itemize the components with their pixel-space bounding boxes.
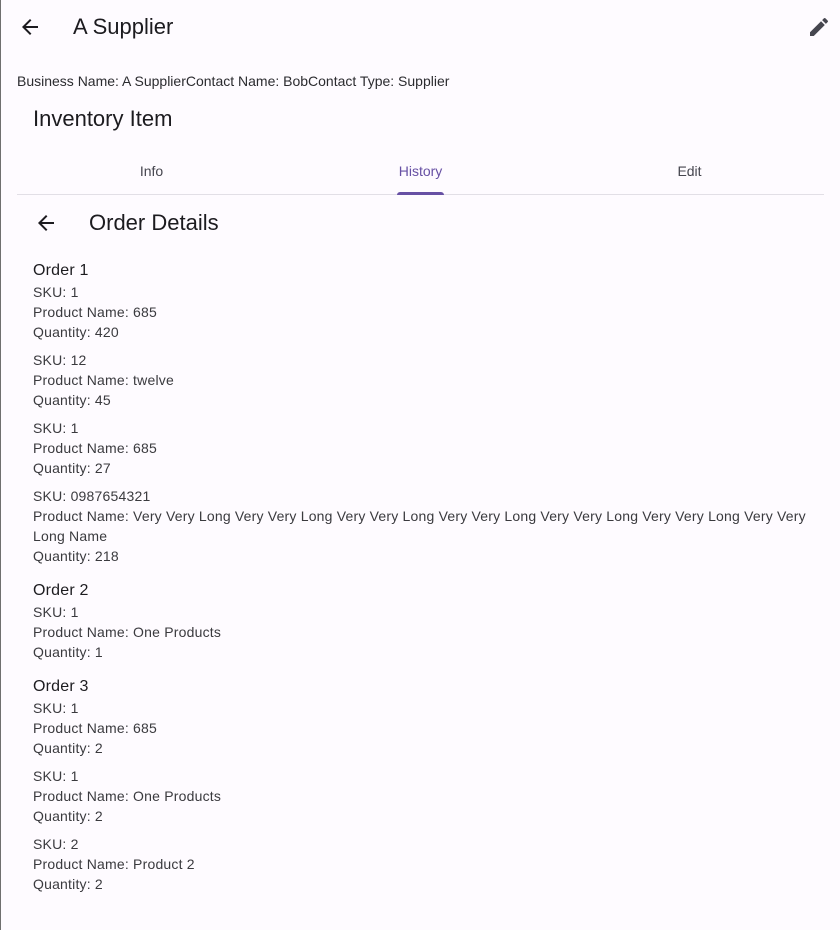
orders-list: Order 1 SKU: 1 Product Name: 685 Quantit… — [33, 260, 813, 908]
order-title: Order 1 — [33, 262, 89, 279]
line-item-sku: SKU: 0987654321 — [33, 488, 151, 504]
line-item-product-name: Product Name: 685 — [33, 304, 158, 320]
section-title: Inventory Item — [33, 106, 173, 131]
line-item-product-name: Product Name: Very Very Long Very Very L… — [33, 508, 806, 544]
line-item-sku: SKU: 1 — [33, 768, 79, 784]
back-button[interactable] — [10, 7, 50, 47]
line-item-quantity: Quantity: 1 — [33, 644, 103, 660]
line-item: SKU: 0987654321 Product Name: Very Very … — [33, 486, 813, 566]
line-item-quantity: Quantity: 2 — [33, 808, 103, 824]
line-item-product-name: Product Name: One Products — [33, 788, 222, 804]
line-item-sku: SKU: 12 — [33, 352, 87, 368]
line-item-product-name: Product Name: twelve — [33, 372, 174, 388]
line-item-quantity: Quantity: 420 — [33, 324, 119, 340]
app-bar: A Supplier — [1, 0, 840, 54]
order-title: Order 2 — [33, 582, 89, 599]
line-item-sku: SKU: 1 — [33, 420, 79, 436]
line-item-product-name: Product Name: One Products — [33, 624, 222, 640]
line-item-product-name: Product Name: Product 2 — [33, 856, 195, 872]
active-tab-indicator — [397, 192, 444, 195]
app-window: A Supplier Business Name: A SupplierCont… — [0, 0, 840, 930]
line-item: SKU: 1 Product Name: 685 Quantity: 27 — [33, 418, 813, 478]
arrow-left-icon — [38, 215, 54, 231]
line-item: SKU: 1 Product Name: One Products Quanti… — [33, 602, 813, 662]
arrow-left-icon — [22, 19, 38, 35]
line-item: SKU: 1 Product Name: 685 Quantity: 420 — [33, 282, 813, 342]
tab-bar: Info History Edit — [17, 148, 824, 195]
line-item-sku: SKU: 1 — [33, 604, 79, 620]
line-item: SKU: 1 Product Name: One Products Quanti… — [33, 766, 813, 826]
line-item-quantity: Quantity: 27 — [33, 460, 111, 476]
edit-button[interactable] — [799, 7, 839, 47]
line-item-sku: SKU: 1 — [33, 700, 79, 716]
page-title: A Supplier — [73, 14, 174, 39]
line-item-product-name: Product Name: 685 — [33, 440, 158, 456]
order-card: Order 1 SKU: 1 Product Name: 685 Quantit… — [33, 260, 813, 566]
tab-edit[interactable]: Edit — [555, 148, 824, 194]
line-item-product-name: Product Name: 685 — [33, 720, 158, 736]
order-card: Order 2 SKU: 1 Product Name: One Product… — [33, 580, 813, 662]
tab-info[interactable]: Info — [17, 148, 286, 194]
tab-history[interactable]: History — [286, 148, 555, 194]
line-item-quantity: Quantity: 45 — [33, 392, 111, 408]
order-card: Order 3 SKU: 1 Product Name: 685 Quantit… — [33, 676, 813, 894]
line-item: SKU: 2 Product Name: Product 2 Quantity:… — [33, 834, 813, 894]
line-item-quantity: Quantity: 2 — [33, 876, 103, 892]
line-item: SKU: 1 Product Name: 685 Quantity: 2 — [33, 698, 813, 758]
order-details-back-button[interactable] — [26, 203, 66, 243]
line-item-sku: SKU: 1 — [33, 284, 79, 300]
line-item: SKU: 12 Product Name: twelve Quantity: 4… — [33, 350, 813, 410]
order-details-title: Order Details — [89, 210, 219, 235]
order-details-header: Order Details — [1, 200, 840, 246]
line-item-sku: SKU: 2 — [33, 836, 79, 852]
order-title: Order 3 — [33, 678, 89, 695]
line-item-quantity: Quantity: 2 — [33, 740, 103, 756]
line-item-quantity: Quantity: 218 — [33, 548, 119, 564]
supplier-summary: Business Name: A SupplierContact Name: B… — [17, 73, 450, 89]
pencil-icon — [810, 17, 829, 36]
